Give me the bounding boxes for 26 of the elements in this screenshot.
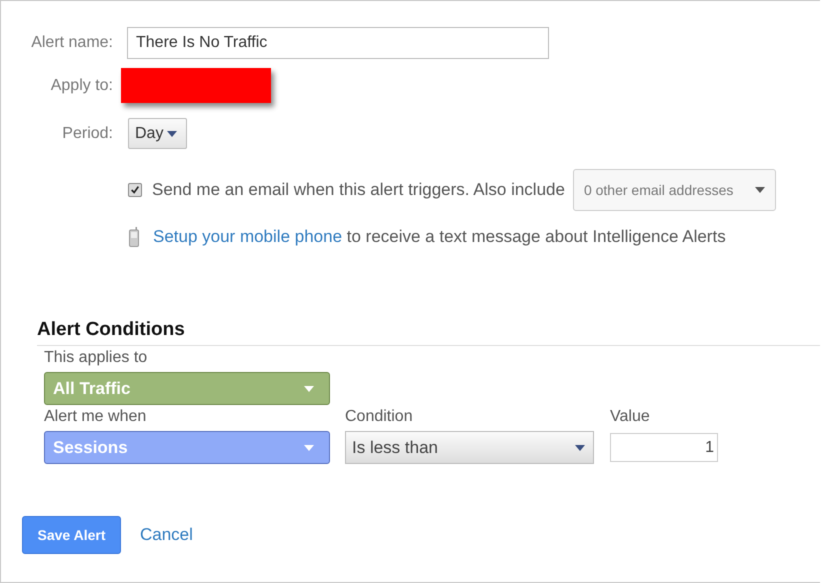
mobile-setup-text: Setup your mobile phone to receive a text message about Intelligence Alerts: [153, 227, 726, 247]
field-label: This applies to: [44, 348, 148, 368]
caret-icon: [167, 130, 178, 136]
alert-name-field[interactable]: There Is No Traffic: [127, 27, 549, 59]
caret-icon: [575, 444, 585, 450]
setup-phone-link[interactable]: Setup your mobile phone: [153, 227, 342, 246]
field-label: Condition: [345, 407, 414, 427]
field-label: Value: [610, 407, 651, 427]
section-heading: Alert Conditions: [37, 319, 820, 346]
caret-icon: [303, 386, 315, 392]
field-label: Apply to:: [50, 76, 113, 94]
caret-icon: [303, 444, 315, 450]
email-addresses-dropdown[interactable]: 0 other email addresses: [572, 169, 776, 211]
email-checkbox[interactable]: [128, 183, 142, 197]
field-label: Period:: [61, 124, 113, 142]
field-label: Alert name:: [30, 34, 113, 52]
condition-dropdown[interactable]: Is less than: [345, 431, 594, 464]
mobile-phone-icon: [129, 227, 139, 247]
value-field[interactable]: 1: [610, 433, 718, 462]
metric-dropdown[interactable]: Sessions: [44, 431, 330, 464]
save-button[interactable]: Save Alert: [22, 516, 121, 554]
email-option-label: Send me an email when this alert triggers. Also include: [152, 180, 565, 200]
field-label: Alert me when: [44, 407, 148, 427]
caret-icon: [754, 187, 765, 193]
cancel-link[interactable]: Cancel: [140, 525, 193, 545]
period-dropdown[interactable]: Day: [128, 118, 187, 149]
